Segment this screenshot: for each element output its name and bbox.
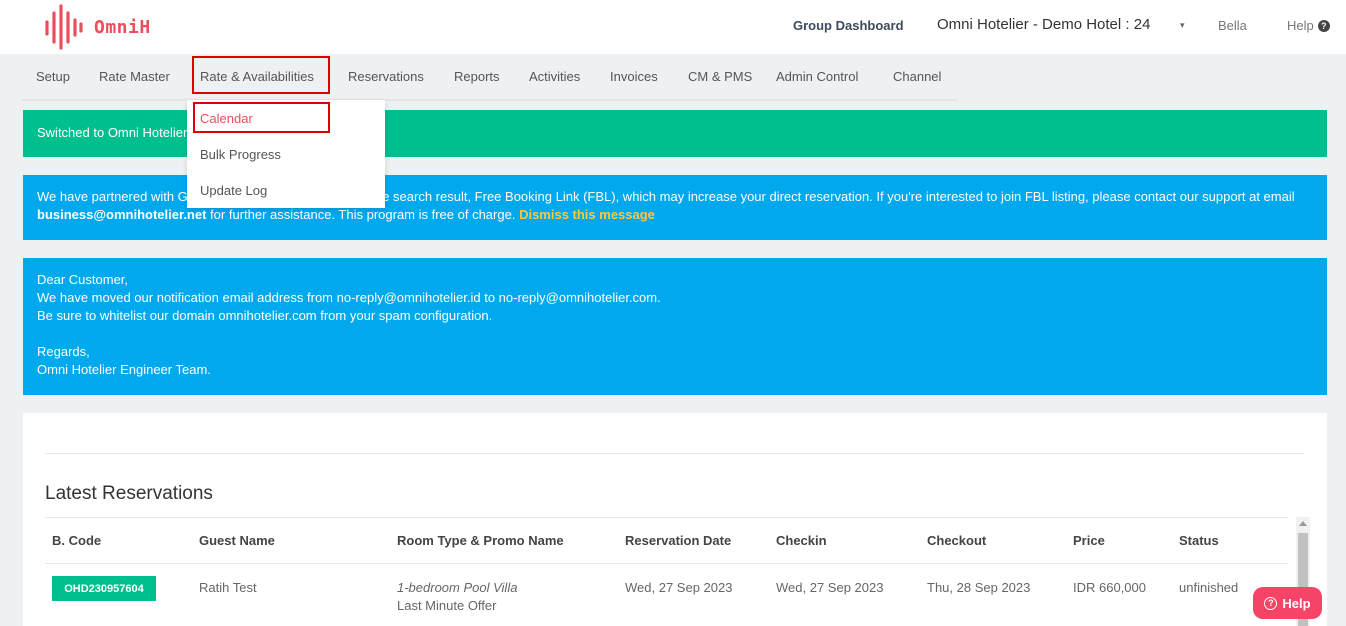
nav-item-setup[interactable]: Setup [36,69,70,84]
floating-help-button[interactable]: ? Help [1253,587,1322,619]
column-header-checkout: Checkout [927,533,987,548]
booking-code-badge[interactable]: OHD230957604 [52,576,156,601]
hotel-selector[interactable]: Omni Hotelier - Demo Hotel : 24 [937,16,1150,33]
column-header-reservation-date: Reservation Date [625,533,732,548]
nav-item-channel[interactable]: Channel [893,69,941,84]
notice-line: We have moved our notification email add… [37,290,661,305]
nav-item-invoices[interactable]: Invoices [610,69,658,84]
nav-divider [22,99,957,101]
notice-line: Regards, [37,344,90,359]
question-icon: ? [1317,19,1330,32]
dismiss-message-link[interactable]: Dismiss this message [519,207,655,222]
status-cell: unfinished [1179,580,1239,595]
room-type-text: 1-bedroom Pool Villa [397,580,518,595]
nav-item-reservations[interactable]: Reservations [348,69,424,84]
fbl-email[interactable]: business@omnihotelier.net [37,207,206,222]
group-dashboard-link[interactable]: Group Dashboard [793,18,904,33]
question-circle-icon: ? [1264,596,1278,610]
nav-item-rate-master[interactable]: Rate Master [99,69,170,84]
highlight-box-rate-availabilities [192,56,330,94]
table-top-border [45,517,1288,518]
latest-reservations-title: Latest Reservations [45,483,213,504]
highlight-box-calendar [193,102,330,133]
card-divider [45,453,1304,454]
notice-line: Omni Hotelier Engineer Team. [37,362,211,377]
table-header-border [45,563,1288,564]
header-help-label: Help [1287,18,1314,33]
checkout-cell: Thu, 28 Sep 2023 [927,580,1031,595]
floating-help-label: Help [1282,595,1311,611]
header-help-link[interactable]: Help ? [1287,18,1330,33]
notice-line: Dear Customer, [37,272,129,287]
column-header-price: Price [1073,533,1105,548]
scroll-up-arrow-icon[interactable] [1299,521,1307,526]
logo-mark-icon [45,4,83,50]
column-header-status: Status [1179,533,1219,548]
dropdown-item-bulk-progress[interactable]: Bulk Progress [200,147,281,162]
latest-reservations-card: Latest Reservations B. Code Guest Name R… [23,413,1327,626]
nav-item-cm-pms[interactable]: CM & PMS [688,69,752,84]
price-cell: IDR 660,000 [1073,580,1146,595]
user-menu[interactable]: Bella [1218,18,1247,33]
promo-name-text: Last Minute Offer [397,598,497,613]
notice-line: Be sure to whitelist our domain omnihote… [37,308,493,323]
guest-name-cell: Ratih Test [199,580,257,595]
top-header: OmniH Group Dashboard Omni Hotelier - De… [0,0,1346,54]
nav-item-admin-control[interactable]: Admin Control [776,69,858,84]
reservation-date-cell: Wed, 27 Sep 2023 [625,580,733,595]
room-promo-cell: 1-bedroom Pool Villa Last Minute Offer [397,579,517,615]
chevron-down-icon[interactable]: ▾ [1180,20,1185,31]
notice-alert: Dear Customer, We have moved our notific… [23,258,1327,395]
checkin-cell: Wed, 27 Sep 2023 [776,580,884,595]
omnih-logo[interactable]: OmniH [44,4,151,50]
column-header-guest: Guest Name [199,533,275,548]
nav-item-reports[interactable]: Reports [454,69,500,84]
notice-line [37,325,1313,343]
nav-item-activities[interactable]: Activities [529,69,580,84]
dropdown-item-update-log[interactable]: Update Log [200,183,267,198]
column-header-checkin: Checkin [776,533,827,548]
fbl-text-2: for further assistance. This program is … [206,207,520,222]
logo-text: OmniH [94,16,151,38]
column-header-code: B. Code [52,533,102,548]
column-header-room: Room Type & Promo Name [397,533,564,548]
